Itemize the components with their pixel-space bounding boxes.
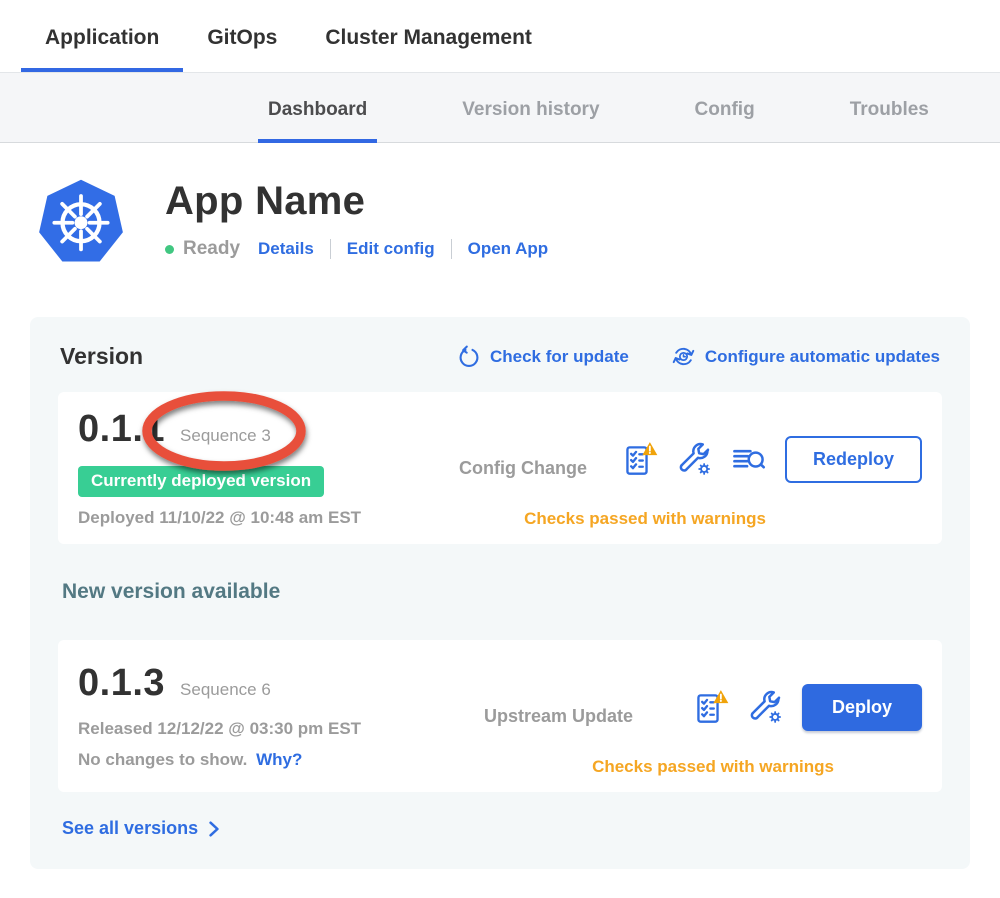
configure-automatic-updates-link[interactable]: Configure automatic updates bbox=[671, 344, 940, 369]
available-version-info: 0.1.3 Sequence 6 Released 12/12/22 @ 03:… bbox=[78, 662, 423, 770]
available-version-number: 0.1.3 bbox=[78, 662, 165, 705]
version-heading: Version bbox=[60, 343, 143, 370]
primary-nav: Application GitOps Cluster Management bbox=[0, 0, 1000, 72]
preflight-checks-warning-icon[interactable] bbox=[623, 440, 659, 478]
page-title: App Name bbox=[165, 179, 548, 224]
app-header-text: App Name Ready Details Edit config Open … bbox=[165, 177, 548, 260]
preflight-checks-warning-icon[interactable] bbox=[694, 688, 730, 726]
check-for-update-label: Check for update bbox=[490, 347, 629, 367]
changes-summary: No changes to show. Why? bbox=[78, 750, 423, 770]
open-app-link[interactable]: Open App bbox=[468, 239, 549, 259]
why-link[interactable]: Why? bbox=[256, 750, 302, 769]
redeploy-button[interactable]: Redeploy bbox=[785, 436, 922, 483]
preflight-status-text: Checks passed with warnings bbox=[592, 757, 834, 777]
current-source-label: Config Change bbox=[423, 458, 623, 479]
tab-cluster-management[interactable]: Cluster Management bbox=[301, 0, 556, 72]
version-actions: Check for update Configure automatic upd… bbox=[457, 344, 940, 369]
no-changes-text: No changes to show. bbox=[78, 750, 247, 769]
tab-application[interactable]: Application bbox=[21, 0, 183, 72]
current-version-number: 0.1.1 bbox=[78, 408, 165, 451]
deployed-timestamp: Deployed 11/10/22 @ 10:48 am EST bbox=[78, 508, 423, 528]
gear-icon bbox=[770, 712, 780, 722]
see-all-versions-link[interactable]: See all versions bbox=[62, 818, 220, 839]
tab-gitops[interactable]: GitOps bbox=[183, 0, 301, 72]
status-row: Ready Details Edit config Open App bbox=[165, 238, 548, 260]
scheduled-update-icon bbox=[671, 344, 696, 369]
version-panel: Version Check for update bbox=[30, 317, 970, 869]
configure-automatic-updates-label: Configure automatic updates bbox=[705, 347, 940, 367]
version-panel-header: Version Check for update bbox=[58, 343, 942, 370]
app-header: App Name Ready Details Edit config Open … bbox=[38, 177, 1000, 265]
available-source-label: Upstream Update bbox=[423, 706, 694, 727]
current-version-actions: Redeploy bbox=[623, 436, 922, 483]
status-badge: Ready bbox=[183, 238, 240, 260]
current-version-card: 0.1.1 Sequence 3 Currently deployed vers… bbox=[58, 392, 942, 544]
available-version-card: 0.1.3 Sequence 6 Released 12/12/22 @ 03:… bbox=[58, 640, 942, 792]
check-for-update-link[interactable]: Check for update bbox=[457, 345, 629, 369]
gear-icon bbox=[699, 464, 709, 474]
tab-dashboard[interactable]: Dashboard bbox=[258, 73, 377, 143]
tab-version-history[interactable]: Version history bbox=[452, 73, 609, 143]
divider bbox=[330, 239, 331, 259]
edit-config-wrench-icon[interactable] bbox=[677, 440, 713, 478]
available-sequence-label: Sequence 6 bbox=[180, 680, 271, 700]
new-version-heading: New version available bbox=[62, 580, 942, 604]
deploy-button[interactable]: Deploy bbox=[802, 684, 922, 731]
edit-config-wrench-icon[interactable] bbox=[748, 688, 784, 726]
chevron-right-icon bbox=[208, 821, 220, 837]
released-timestamp: Released 12/12/22 @ 03:30 pm EST bbox=[78, 719, 423, 739]
see-all-versions-label: See all versions bbox=[62, 818, 198, 839]
current-version-info: 0.1.1 Sequence 3 Currently deployed vers… bbox=[78, 408, 423, 528]
divider bbox=[451, 239, 452, 259]
refresh-icon bbox=[457, 345, 481, 369]
edit-config-link[interactable]: Edit config bbox=[347, 239, 435, 259]
details-link[interactable]: Details bbox=[258, 239, 314, 259]
view-diff-icon[interactable] bbox=[731, 440, 767, 478]
currently-deployed-badge: Currently deployed version bbox=[78, 466, 324, 497]
tab-troubleshoot[interactable]: Troubles bbox=[840, 73, 939, 143]
preflight-status-text: Checks passed with warnings bbox=[524, 509, 766, 529]
kubernetes-logo-icon bbox=[38, 177, 124, 265]
available-version-actions: Deploy bbox=[694, 684, 922, 731]
ready-status-dot-icon bbox=[165, 245, 174, 254]
secondary-nav: Dashboard Version history Config Trouble… bbox=[0, 72, 1000, 143]
tab-config[interactable]: Config bbox=[685, 73, 765, 143]
current-sequence-label: Sequence 3 bbox=[180, 426, 271, 446]
